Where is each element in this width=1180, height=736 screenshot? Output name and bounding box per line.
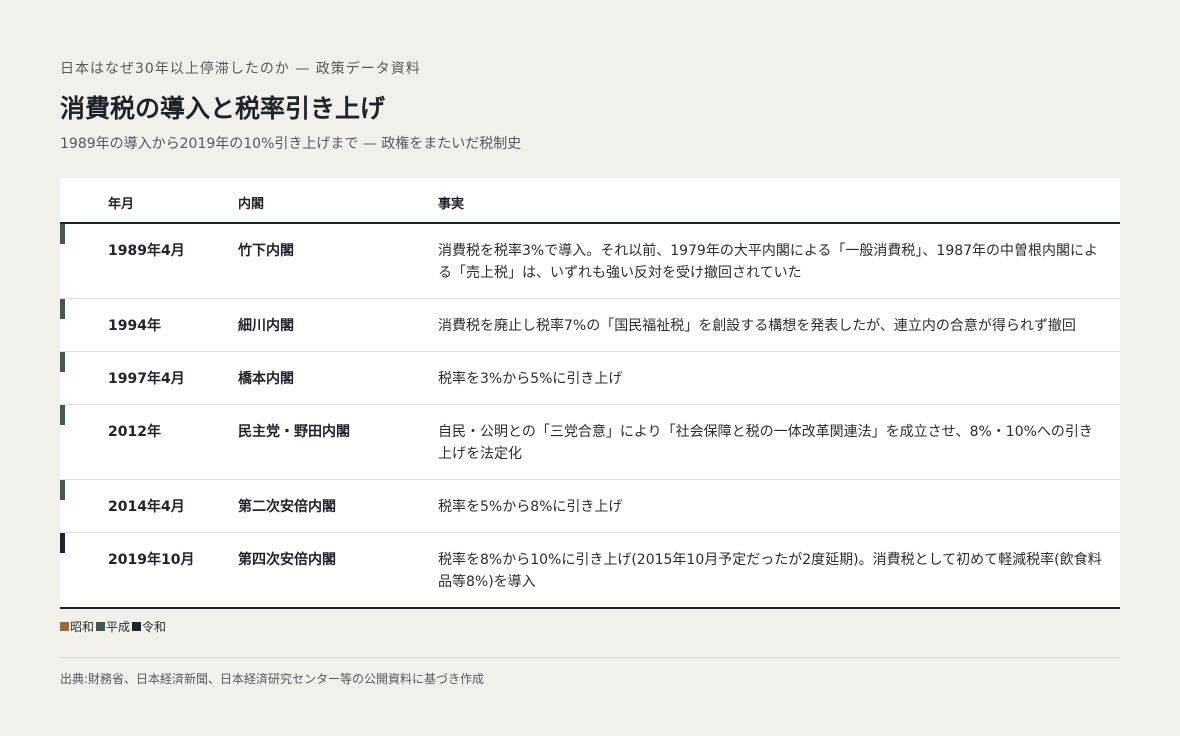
row-fact: 消費税を税率3%で導入。それ以前、1979年の大平内閣による「一般消費税」、19… (438, 243, 1099, 281)
era-marker (60, 352, 65, 372)
row-fact: 税率を8%から10%に引き上げ(2015年10月予定だったが2度延期)。消費税と… (438, 552, 1102, 590)
legend-item-reiwa: 令和 (132, 618, 166, 635)
table-row: 2014年4月 第二次安倍内閣 税率を5%から8%に引き上げ (60, 479, 1120, 532)
era-marker (60, 480, 65, 500)
row-fact: 自民・公明との「三党合意」により「社会保障と税の一体改革関連法」を成立させ、8%… (438, 424, 1093, 462)
legend-item-showa: 昭和 (60, 618, 94, 635)
timeline-table: 年月 内閣 事実 1989年4月 竹下内閣 消費税を税率3%で導入。それ以前、1… (60, 178, 1120, 609)
row-cabinet: 橋本内閣 (238, 371, 294, 387)
row-date: 1997年4月 (108, 371, 185, 387)
legend-swatch (60, 622, 69, 631)
row-cabinet: 第二次安倍内閣 (238, 499, 336, 515)
row-date: 1989年4月 (108, 243, 185, 259)
era-marker (60, 405, 65, 425)
era-marker (60, 224, 65, 244)
legend-label: 令和 (142, 620, 167, 634)
page-kicker: 日本はなぜ30年以上停滞したのか — 政策データ資料 (60, 61, 421, 77)
row-date: 2012年 (108, 424, 161, 440)
legend-swatch (96, 622, 106, 631)
era-marker (60, 299, 65, 319)
table-row: 1997年4月 橋本内閣 税率を3%から5%に引き上げ (60, 351, 1120, 404)
era-marker (60, 533, 65, 553)
legend-label: 平成 (106, 620, 131, 634)
row-fact: 税率を3%から5%に引き上げ (438, 371, 623, 387)
column-header-fact: 事実 (438, 197, 465, 212)
row-cabinet: 細川内閣 (238, 318, 294, 334)
table-row: 2012年 民主党・野田内閣 自民・公明との「三党合意」により「社会保障と税の一… (60, 404, 1120, 479)
row-fact: 税率を5%から8%に引き上げ (438, 499, 623, 515)
column-header-cabinet: 内閣 (238, 197, 265, 212)
row-cabinet: 第四次安倍内閣 (238, 552, 336, 568)
row-date: 2019年10月 (108, 552, 195, 568)
legend-swatch (132, 622, 142, 631)
table-row: 2019年10月 第四次安倍内閣 税率を8%から10%に引き上げ(2015年10… (60, 532, 1120, 607)
table-row: 1989年4月 竹下内閣 消費税を税率3%で導入。それ以前、1979年の大平内閣… (60, 224, 1120, 298)
divider (60, 657, 1120, 658)
legend-item-heisei: 平成 (96, 618, 130, 635)
column-header-date: 年月 (108, 197, 135, 212)
page: 日本はなぜ30年以上停滞したのか — 政策データ資料 消費税の導入と税率引き上げ… (0, 0, 1180, 736)
row-date: 2014年4月 (108, 499, 185, 515)
row-cabinet: 民主党・野田内閣 (238, 424, 350, 440)
page-subtitle: 1989年の導入から2019年の10%引き上げまで — 政権をまたいだ税制史 (60, 136, 522, 152)
page-title: 消費税の導入と税率引き上げ (60, 94, 386, 123)
legend-label: 昭和 (70, 620, 95, 634)
table-row: 1994年 細川内閣 消費税を廃止し税率7%の「国民福祉税」を創設する構想を発表… (60, 298, 1120, 351)
source-note: 出典:財務省、日本経済新聞、日本経済研究センター等の公開資料に基づき作成 (60, 672, 485, 686)
row-date: 1994年 (108, 318, 161, 334)
row-cabinet: 竹下内閣 (238, 243, 294, 259)
table-header: 年月 内閣 事実 (60, 178, 1120, 224)
era-legend: 昭和 平成 令和 (60, 618, 166, 635)
row-fact: 消費税を廃止し税率7%の「国民福祉税」を創設する構想を発表したが、連立内の合意が… (438, 318, 1076, 334)
